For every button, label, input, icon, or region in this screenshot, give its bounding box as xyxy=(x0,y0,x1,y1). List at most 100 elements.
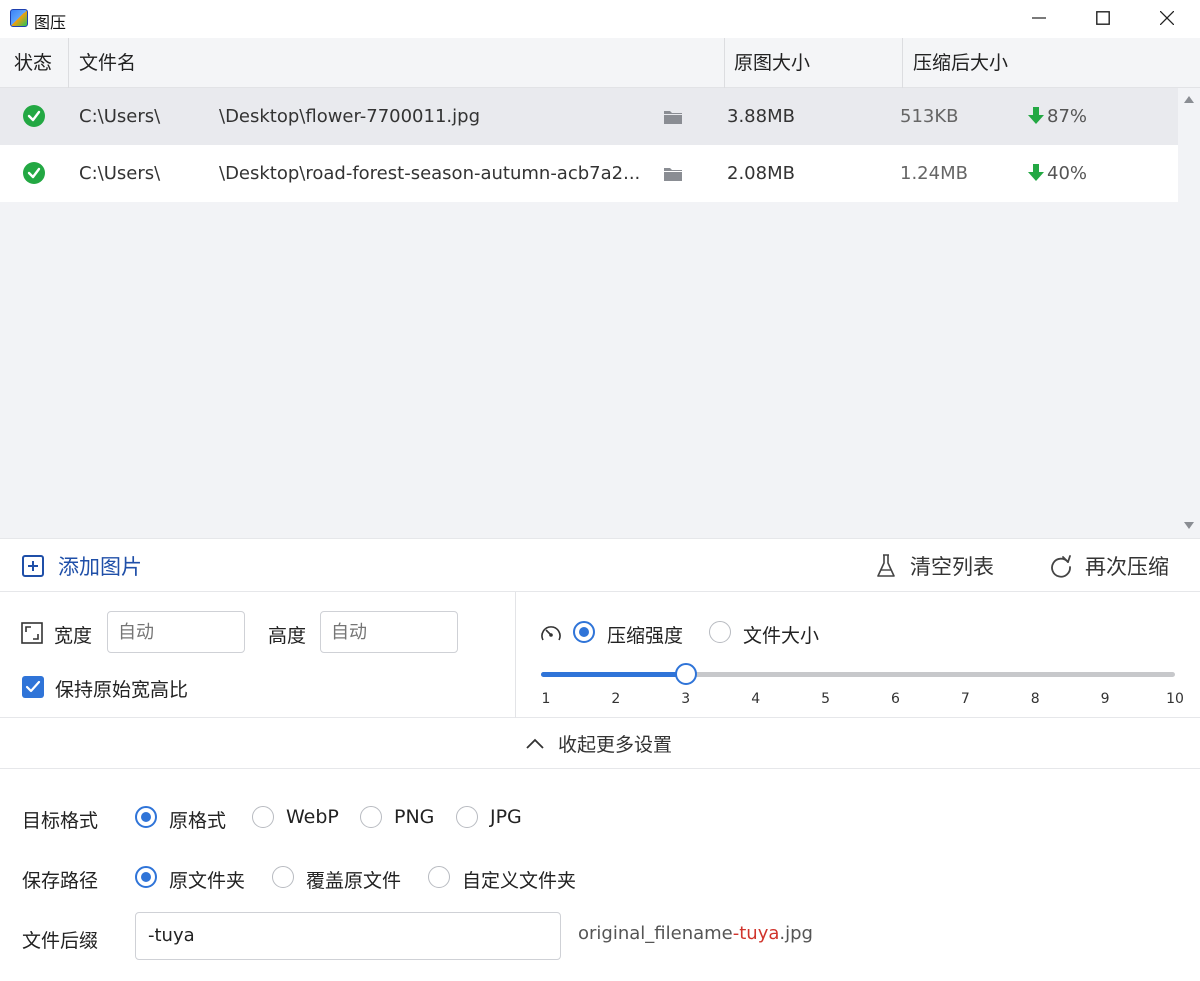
compress-strength-label[interactable]: 压缩强度 xyxy=(607,621,683,648)
gauge-icon xyxy=(541,626,561,641)
recompress-button[interactable]: 再次压缩 xyxy=(1049,551,1169,581)
format-option-webp[interactable]: WebP xyxy=(286,806,339,828)
original-size: 2.08MB xyxy=(727,163,795,184)
compression-slider-track[interactable] xyxy=(541,672,1175,677)
resize-settings-panel: 宽度 高度 保持原始宽高比 压缩强度 文件大小 1 2 3 4 5 6 7 8 9 10 xyxy=(0,592,1200,718)
save-path-option-original-folder[interactable]: 原文件夹 xyxy=(169,866,245,893)
scroll-down-icon[interactable] xyxy=(1184,522,1194,529)
slider-tick-label: 6 xyxy=(890,691,900,707)
add-image-label: 添加图片 xyxy=(58,555,142,579)
checkmark-icon xyxy=(25,680,41,693)
slider-tick-label: 1 xyxy=(541,691,551,707)
add-icon xyxy=(22,555,44,577)
slider-tick-label: 8 xyxy=(1030,691,1040,707)
window-title: 图压 xyxy=(34,13,67,32)
output-settings-panel: 目标格式 原格式 WebP PNG JPG 保存路径 原文件夹 覆盖原文件 自定… xyxy=(0,769,1200,981)
close-button[interactable] xyxy=(1134,0,1200,36)
save-path-radio-overwrite[interactable] xyxy=(272,866,294,888)
slider-tick-label: 10 xyxy=(1166,691,1184,707)
action-bar: 添加图片 清空列表 再次压缩 xyxy=(0,538,1200,592)
column-header-status[interactable]: 状态 xyxy=(2,38,52,88)
keep-aspect-ratio-label[interactable]: 保持原始宽高比 xyxy=(55,675,188,702)
slider-tick-label: 5 xyxy=(821,691,830,707)
column-header-compressed-size[interactable]: 压缩后大小 xyxy=(901,38,1008,88)
resize-icon xyxy=(21,622,43,644)
file-path-suffix: \Desktop\road-forest-season-autumn-acb7a… xyxy=(219,163,641,184)
original-size: 3.88MB xyxy=(727,106,795,127)
refresh-icon xyxy=(1051,555,1071,578)
slider-tick-label: 9 xyxy=(1100,691,1110,707)
clear-list-label: 清空列表 xyxy=(910,555,994,579)
compression-ratio: 87% xyxy=(1047,106,1088,127)
maximize-button[interactable] xyxy=(1070,0,1136,36)
vertical-scrollbar[interactable] xyxy=(1178,88,1200,538)
slider-tick-label: 3 xyxy=(681,691,691,707)
format-radio-webp[interactable] xyxy=(252,806,274,828)
clear-list-button[interactable]: 清空列表 xyxy=(876,551,994,581)
panel-divider xyxy=(515,592,516,718)
file-size-label[interactable]: 文件大小 xyxy=(743,621,819,648)
collapse-bar: 收起更多设置 xyxy=(0,718,1200,769)
format-option-jpg[interactable]: JPG xyxy=(490,806,522,828)
preview-base: original_filename xyxy=(578,923,733,944)
scroll-up-icon[interactable] xyxy=(1184,96,1194,103)
height-input[interactable] xyxy=(320,611,458,653)
table-header: 状态 文件名 原图大小 压缩后大小 xyxy=(0,38,1200,88)
suffix-input[interactable]: -tuya xyxy=(135,912,561,960)
height-label: 高度 xyxy=(268,625,307,647)
slider-tick-label: 7 xyxy=(960,691,970,707)
collapse-settings-button[interactable]: 收起更多设置 xyxy=(526,730,672,757)
column-header-filename[interactable]: 文件名 xyxy=(67,38,136,88)
filename-preview: original_filename-tuya.jpg xyxy=(578,923,813,944)
format-option-original[interactable]: 原格式 xyxy=(169,806,226,833)
compression-ratio: 40% xyxy=(1047,163,1088,184)
app-icon xyxy=(10,9,28,27)
compression-slider-fill xyxy=(541,672,686,677)
file-path-prefix: C:\Users\ xyxy=(79,163,161,184)
open-folder-icon[interactable] xyxy=(664,166,682,181)
close-icon xyxy=(1160,11,1174,25)
compressed-size: 513KB xyxy=(900,106,959,127)
add-image-button[interactable]: 添加图片 xyxy=(22,551,142,581)
save-path-label: 保存路径 xyxy=(22,870,99,892)
slider-tick-label: 4 xyxy=(751,691,761,707)
column-header-original-size[interactable]: 原图大小 xyxy=(722,38,810,88)
save-path-radio-custom-folder[interactable] xyxy=(428,866,450,888)
table-row[interactable]: C:\Users\ \Desktop\flower-7700011.jpg 3.… xyxy=(0,88,1178,145)
preview-suffix: -tuya xyxy=(732,923,780,944)
success-check-icon xyxy=(23,162,45,184)
width-label: 宽度 xyxy=(54,625,93,647)
open-folder-icon[interactable] xyxy=(664,109,682,124)
flask-icon xyxy=(877,554,895,577)
file-path-suffix: \Desktop\flower-7700011.jpg xyxy=(219,106,480,127)
keep-aspect-ratio-checkbox[interactable] xyxy=(22,676,44,698)
format-radio-jpg[interactable] xyxy=(456,806,478,828)
minimize-icon xyxy=(1032,17,1046,19)
format-label: 目标格式 xyxy=(22,810,99,832)
file-size-radio[interactable] xyxy=(709,621,731,643)
table-row[interactable]: C:\Users\ \Desktop\road-forest-season-au… xyxy=(0,145,1178,202)
maximize-icon xyxy=(1096,11,1110,25)
collapse-settings-label: 收起更多设置 xyxy=(558,734,673,756)
minimize-button[interactable] xyxy=(1006,0,1072,36)
success-check-icon xyxy=(23,105,45,127)
compressed-size: 1.24MB xyxy=(900,163,968,184)
recompress-label: 再次压缩 xyxy=(1085,555,1169,579)
format-radio-original[interactable] xyxy=(135,806,157,828)
chevron-up-icon xyxy=(526,738,544,749)
arrow-down-icon xyxy=(1028,107,1044,124)
format-radio-png[interactable] xyxy=(360,806,382,828)
title-bar: 图压 xyxy=(0,0,1200,38)
suffix-label: 文件后缀 xyxy=(22,930,99,952)
width-input[interactable] xyxy=(107,611,245,653)
arrow-down-icon xyxy=(1028,164,1044,181)
compression-slider-thumb[interactable] xyxy=(674,663,697,685)
save-path-option-custom-folder[interactable]: 自定义文件夹 xyxy=(462,866,576,893)
file-path-prefix: C:\Users\ xyxy=(79,106,161,127)
slider-tick-label: 2 xyxy=(611,691,621,707)
save-path-option-overwrite[interactable]: 覆盖原文件 xyxy=(306,866,401,893)
save-path-radio-original-folder[interactable] xyxy=(135,866,157,888)
file-list[interactable]: C:\Users\ \Desktop\flower-7700011.jpg 3.… xyxy=(0,88,1178,538)
compress-strength-radio[interactable] xyxy=(573,621,595,643)
format-option-png[interactable]: PNG xyxy=(394,806,434,828)
